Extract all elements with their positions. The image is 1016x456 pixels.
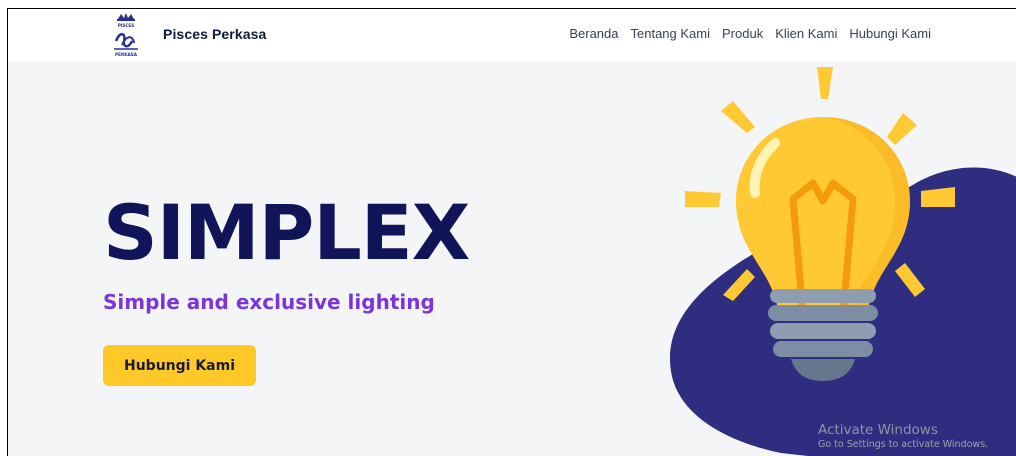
- svg-text:PERKASA: PERKASA: [115, 52, 138, 57]
- contact-cta-button[interactable]: Hubungi Kami: [103, 345, 256, 386]
- nav-item-klien-kami[interactable]: Klien Kami: [775, 26, 837, 41]
- lightbulb-illustration-icon: [670, 67, 1016, 456]
- navbar: PISCES PERKASA Pisces Perkasa Beranda Te…: [8, 9, 1016, 61]
- nav-item-produk[interactable]: Produk: [722, 26, 763, 41]
- windows-activation-watermark: Activate Windows Go to Settings to activ…: [818, 422, 988, 450]
- pisces-logo-icon[interactable]: PISCES PERKASA: [106, 11, 146, 59]
- watermark-title: Activate Windows: [818, 422, 938, 438]
- svg-text:PISCES: PISCES: [118, 23, 135, 28]
- hero-subtitle: Simple and exclusive lighting: [103, 290, 435, 314]
- watermark-subtitle: Go to Settings to activate Windows.: [818, 439, 989, 450]
- nav-item-hubungi-kami[interactable]: Hubungi Kami: [849, 26, 931, 41]
- main-nav: Beranda Tentang Kami Produk Klien Kami H…: [569, 26, 931, 41]
- brand-name[interactable]: Pisces Perkasa: [163, 26, 266, 42]
- hero-title: SIMPLEX: [103, 188, 470, 277]
- browser-viewport: PISCES PERKASA Pisces Perkasa Beranda Te…: [7, 8, 1016, 456]
- nav-item-beranda[interactable]: Beranda: [569, 26, 618, 41]
- nav-item-tentang-kami[interactable]: Tentang Kami: [631, 26, 711, 41]
